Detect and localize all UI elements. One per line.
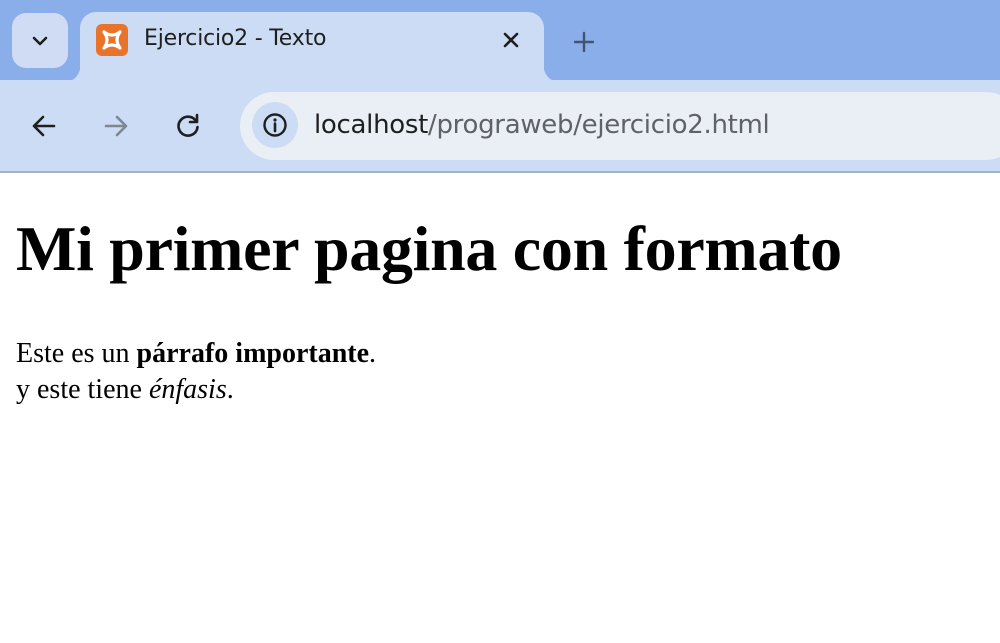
url-path: /prograweb/ejercicio2.html [428,110,770,140]
line2-end: . [226,374,234,405]
active-tab[interactable]: Ejercicio2 - Texto [64,12,560,82]
close-tab-button[interactable] [498,27,524,53]
tab-title: Ejercicio2 - Texto [144,26,327,51]
line1-start: Este es un [16,338,137,369]
reload-button[interactable] [168,106,208,146]
emphasis-text: énfasis [148,374,227,405]
back-button[interactable] [24,106,64,146]
close-icon [503,32,519,48]
url-text[interactable]: localhost/prograweb/ejercicio2.html [314,110,770,140]
page-content: Mi primer pagina con formato Este es un … [0,175,1000,643]
new-tab-button[interactable] [568,26,600,58]
arrow-left-icon [32,115,56,137]
site-info-button[interactable] [252,102,298,148]
paragraph: Este es un párrafo importante. y este tie… [16,336,376,408]
xampp-icon [96,24,128,56]
tab-strip: Ejercicio2 - Texto [0,0,1000,82]
arrow-right-icon [104,115,128,137]
info-icon [263,113,287,137]
reload-icon [177,113,199,137]
line2-start: y este tiene [16,374,149,405]
line1-end: . [369,338,377,369]
plus-icon [573,31,595,53]
bold-text: párrafo importante [136,338,370,369]
forward-button[interactable] [96,106,136,146]
address-bar[interactable]: localhost/prograweb/ejercicio2.html [240,92,1000,160]
tab-search-button[interactable] [12,13,68,68]
url-host: localhost [314,110,429,140]
browser-toolbar: localhost/prograweb/ejercicio2.html [0,80,1000,173]
page-heading: Mi primer pagina con formato [16,213,842,284]
chevron-down-icon [32,36,48,45]
